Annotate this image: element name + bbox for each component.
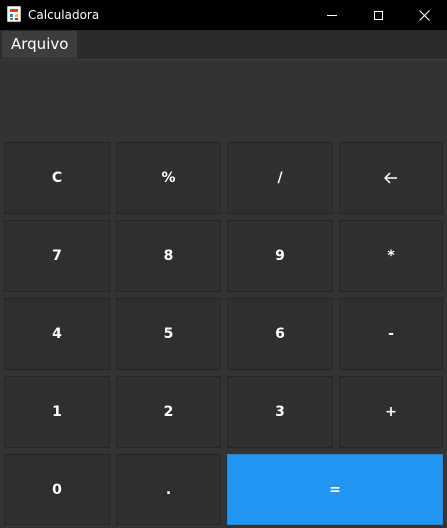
menu-bar: Arquivo <box>0 30 447 60</box>
multiply-button[interactable]: * <box>339 220 443 292</box>
maximize-button[interactable] <box>355 0 401 30</box>
digit-3-button[interactable]: 3 <box>227 376 333 448</box>
digit-9-button[interactable]: 9 <box>227 220 333 292</box>
digit-7-button[interactable]: 7 <box>4 220 110 292</box>
title-bar: Calculadora <box>0 0 447 30</box>
window-title: Calculadora <box>28 8 100 22</box>
equals-button[interactable]: = <box>227 454 443 525</box>
digit-1-button[interactable]: 1 <box>4 376 110 448</box>
calculator-window: Calculadora Arquivo C % / 7 8 9 * 4 5 6 … <box>0 0 447 528</box>
minimize-button[interactable] <box>309 0 355 30</box>
digit-6-button[interactable]: 6 <box>227 298 333 370</box>
close-button[interactable] <box>401 0 447 30</box>
divide-button[interactable]: / <box>227 142 333 214</box>
decimal-button[interactable]: . <box>116 454 221 525</box>
digit-2-button[interactable]: 2 <box>116 376 221 448</box>
percent-button[interactable]: % <box>116 142 221 214</box>
digit-8-button[interactable]: 8 <box>116 220 221 292</box>
maximize-icon <box>373 10 383 20</box>
arrow-left-icon <box>384 172 397 184</box>
menu-arquivo[interactable]: Arquivo <box>2 31 78 58</box>
digit-0-button[interactable]: 0 <box>4 454 110 525</box>
calculator-app-icon <box>7 6 21 22</box>
digit-5-button[interactable]: 5 <box>116 298 221 370</box>
close-icon <box>418 9 430 21</box>
add-button[interactable]: + <box>339 376 443 448</box>
minimize-icon <box>327 14 337 16</box>
calculator-display <box>0 60 447 140</box>
clear-button[interactable]: C <box>4 142 110 214</box>
backspace-button[interactable] <box>339 142 443 214</box>
digit-4-button[interactable]: 4 <box>4 298 110 370</box>
subtract-button[interactable]: - <box>339 298 443 370</box>
